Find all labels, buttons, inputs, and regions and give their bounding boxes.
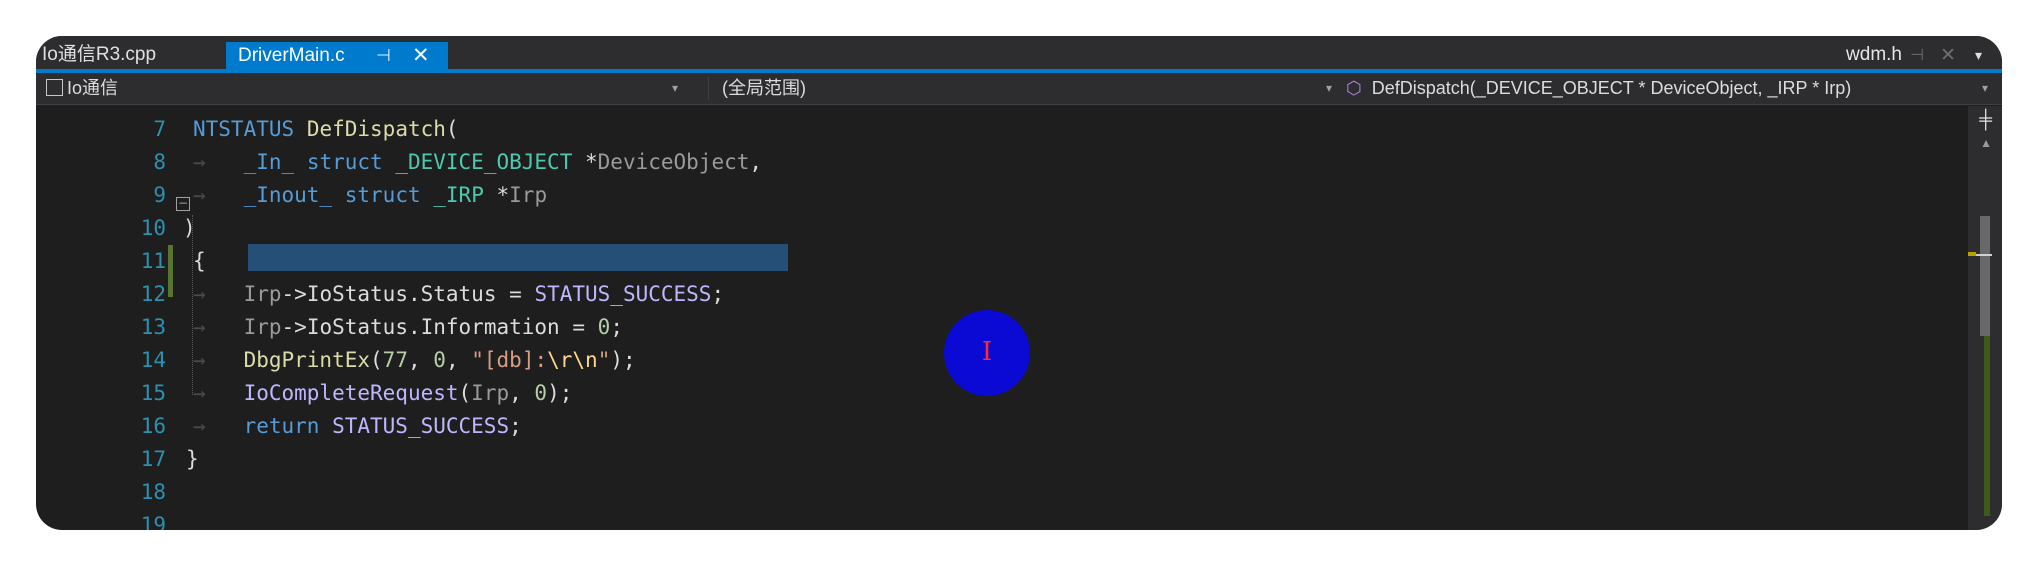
- tab-overflow-dropdown-icon[interactable]: ▾: [1975, 41, 1982, 70]
- chevron-down-icon[interactable]: ▾: [1326, 73, 1332, 104]
- collapse-icon[interactable]: −: [176, 197, 190, 211]
- code-line-11: {: [193, 249, 206, 273]
- code-line-9: → _Inout_ struct _IRP *Irp: [193, 183, 548, 207]
- project-dropdown[interactable]: Io通信: [46, 73, 694, 104]
- line-number: 12: [140, 282, 166, 306]
- code-line-13: → Irp->IoStatus.Information = 0;: [193, 315, 623, 339]
- tab-bar: Io通信R3.cpp DriverMain.c ⊣ ✕ wdm.h ⊣ ✕ ▾: [36, 36, 2002, 69]
- change-marker: [168, 245, 173, 297]
- line-number: 13: [140, 315, 166, 339]
- scroll-up-icon[interactable]: ▲: [1980, 136, 1992, 150]
- code-line-7: NTSTATUS DefDispatch(: [193, 117, 459, 141]
- code-line-17: }: [186, 447, 199, 471]
- text-selection: [248, 244, 788, 271]
- divider: [708, 77, 709, 100]
- code-editor[interactable]: 7 8 9 10 11 12 13 14 15 16 17 18 19 − NTSTATUS DefDi…: [36, 105, 1966, 530]
- project-icon: [46, 78, 63, 96]
- chevron-down-icon[interactable]: ▾: [1982, 73, 1988, 104]
- project-label: Io通信: [67, 78, 119, 98]
- code-line-14: → DbgPrintEx(77, 0, "[db]:\r\n");: [193, 348, 636, 372]
- tab-io-r3-cpp[interactable]: Io通信R3.cpp: [42, 40, 156, 69]
- line-number: 16: [140, 414, 166, 438]
- pin-icon[interactable]: ⊣: [1910, 41, 1924, 70]
- line-number: 9: [153, 183, 166, 207]
- tab-drivermain-c[interactable]: DriverMain.c ⊣ ✕: [226, 42, 448, 69]
- scope-label: (全局范围): [722, 78, 806, 98]
- method-icon: ⬡: [1346, 78, 1362, 98]
- code-line-12: → Irp->IoStatus.Status = STATUS_SUCCESS;: [193, 282, 725, 306]
- line-number: 7: [153, 117, 166, 141]
- annotation-marker: [1968, 252, 1976, 256]
- code-line-15: → IoCompleteRequest(Irp, 0);: [193, 381, 573, 405]
- scope-dropdown[interactable]: (全局范围): [722, 73, 1372, 104]
- text-cursor-icon: I: [981, 337, 993, 367]
- vertical-scrollbar[interactable]: ╪ ▲: [1968, 106, 2002, 530]
- split-view-icon[interactable]: ╪: [1979, 110, 1992, 128]
- close-icon[interactable]: ✕: [412, 42, 430, 69]
- chevron-down-icon[interactable]: ▾: [672, 73, 678, 104]
- function-label: DefDispatch(_DEVICE_OBJECT * DeviceObjec…: [1371, 78, 1852, 98]
- navigation-bar: Io通信 ▾ (全局范围) ▾ ⬡ DefDispatch(_DEVICE_OBJ…: [36, 73, 2002, 105]
- pin-icon[interactable]: ⊣: [376, 42, 391, 69]
- function-dropdown[interactable]: ⬡ DefDispatch(_DEVICE_OBJECT * DeviceObje…: [1346, 73, 1986, 104]
- line-number: 17: [140, 447, 166, 471]
- line-number: 15: [140, 381, 166, 405]
- tab-label: DriverMain.c: [238, 45, 345, 66]
- code-line-16: → return STATUS_SUCCESS;: [193, 414, 522, 438]
- code-line-8: → _In_ struct _DEVICE_OBJECT *DeviceObje…: [193, 150, 763, 174]
- scrollbar-thumb[interactable]: [1980, 216, 1990, 336]
- line-number: 19: [140, 513, 166, 530]
- line-number: 14: [140, 348, 166, 372]
- tab-label: wdm.h: [1846, 44, 1902, 65]
- line-number: 11: [140, 249, 166, 273]
- line-number: 8: [153, 150, 166, 174]
- tab-label: Io通信R3.cpp: [42, 44, 157, 65]
- tab-wdm-h[interactable]: wdm.h: [1846, 40, 1902, 69]
- ide-window: Io通信R3.cpp DriverMain.c ⊣ ✕ wdm.h ⊣ ✕ ▾ …: [36, 36, 2002, 530]
- code-line-10: ): [183, 216, 196, 240]
- line-number: 10: [140, 216, 166, 240]
- line-number: 18: [140, 480, 166, 504]
- close-icon[interactable]: ✕: [1940, 41, 1956, 70]
